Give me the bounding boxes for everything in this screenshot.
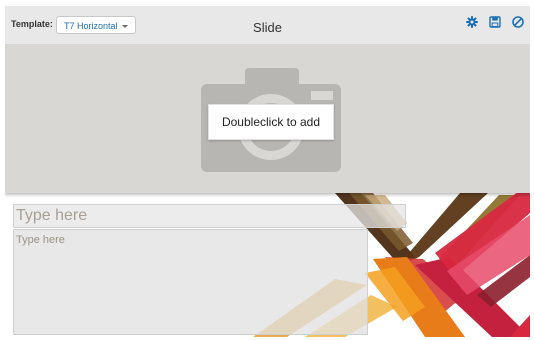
slide-title: Slide: [253, 20, 282, 35]
disable-icon[interactable]: [511, 15, 525, 29]
image-placeholder[interactable]: Doubleclick to add: [5, 45, 530, 193]
slide-toolbar: Template: T7 Horizontal Slide: [5, 6, 530, 45]
slide-canvas: Doubleclick to add Type here Type here: [5, 45, 530, 337]
gear-icon[interactable]: [465, 15, 479, 29]
body-text-field[interactable]: Type here: [13, 229, 368, 335]
save-icon[interactable]: [488, 15, 502, 29]
doubleclick-to-add-button[interactable]: Doubleclick to add: [208, 104, 334, 140]
title-text-field[interactable]: Type here: [13, 204, 406, 228]
slide-editor: Template: T7 Horizontal Slide Doubleclic…: [0, 0, 534, 340]
